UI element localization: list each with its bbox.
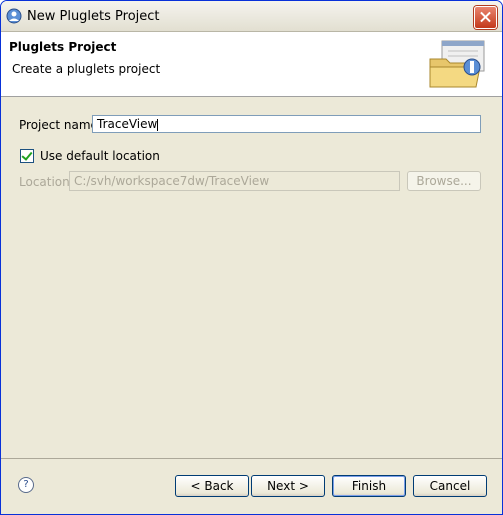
app-icon	[6, 8, 22, 24]
new-project-wizard-icon	[429, 40, 485, 88]
use-default-location-checkbox[interactable]	[20, 149, 34, 163]
back-button[interactable]: < Back	[175, 475, 249, 497]
wizard-header: Pluglets Project Create a pluglets proje…	[1, 32, 502, 97]
wizard-dialog: New Pluglets Project Pluglets Project Cr…	[0, 0, 503, 515]
footer-separator	[1, 458, 502, 459]
next-button[interactable]: Next >	[251, 475, 325, 497]
project-name-label: Project name:	[19, 118, 102, 132]
close-button[interactable]	[474, 6, 497, 29]
page-description: Create a pluglets project	[12, 62, 161, 76]
use-default-location-label[interactable]: Use default location	[40, 149, 160, 163]
window-title: New Pluglets Project	[27, 9, 160, 24]
project-name-input[interactable]: TraceView	[92, 115, 481, 133]
help-icon[interactable]: ?	[18, 477, 34, 493]
finish-button[interactable]: Finish	[332, 475, 406, 497]
browse-button[interactable]: Browse...	[407, 171, 481, 191]
title-bar[interactable]: New Pluglets Project	[1, 1, 502, 32]
location-label: Location:	[19, 175, 74, 189]
location-input[interactable]: C:/svh/workspace7dw/TraceView	[69, 171, 400, 191]
page-title: Pluglets Project	[9, 40, 117, 54]
cancel-button[interactable]: Cancel	[413, 475, 487, 497]
